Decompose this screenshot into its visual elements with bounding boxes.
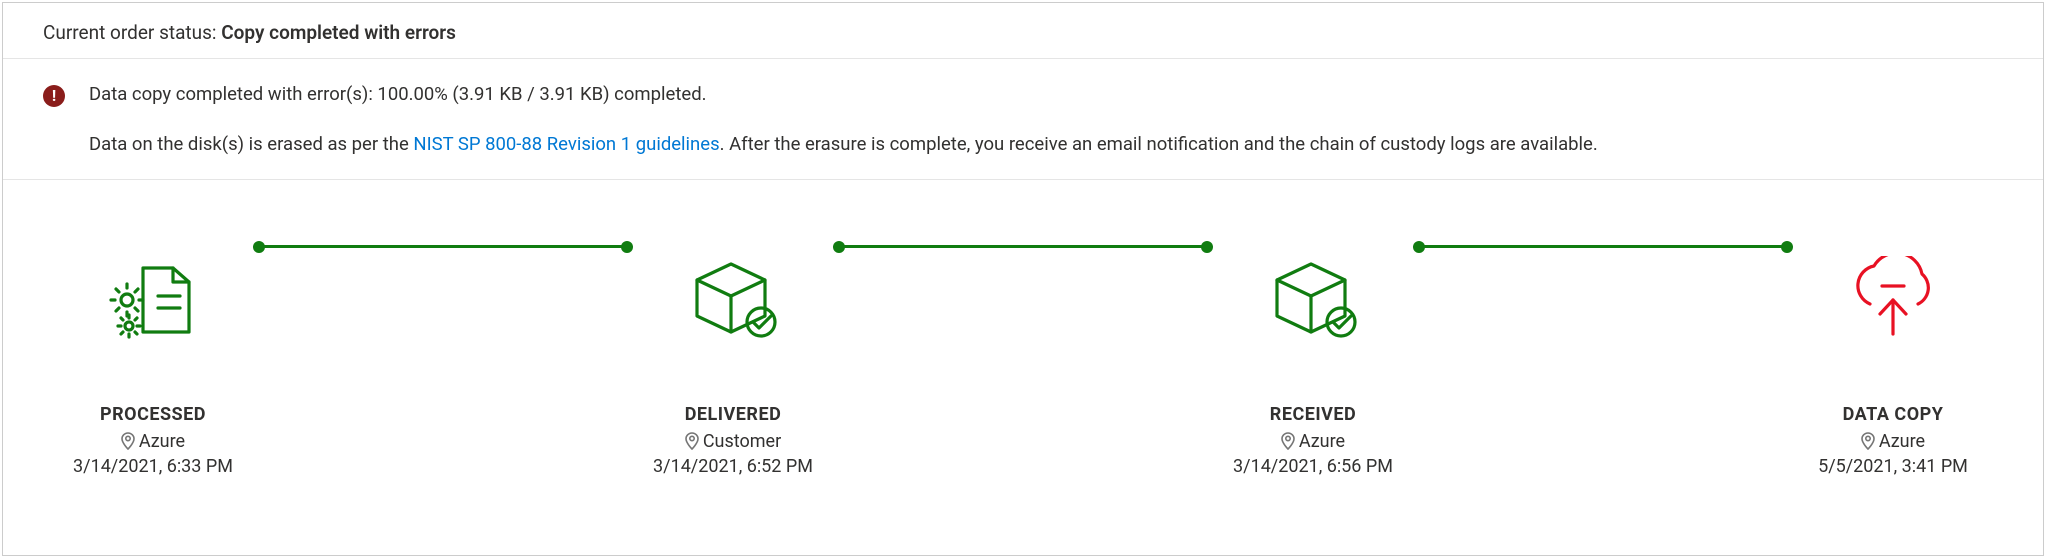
timeline-connector [833, 203, 1213, 291]
received-icon [1263, 256, 1363, 344]
order-status-panel: Current order status: Copy completed wit… [2, 2, 2044, 556]
status-message-block: ! Data copy completed with error(s): 100… [3, 59, 2043, 180]
step-location: Azure [1281, 431, 1345, 452]
step-timestamp: 3/14/2021, 6:56 PM [1233, 456, 1393, 477]
status-line-2: Data on the disk(s) is erased as per the… [89, 131, 1598, 159]
order-status-prefix: Current order status: [43, 21, 221, 44]
step-timestamp: 3/14/2021, 6:33 PM [73, 456, 233, 477]
order-timeline: PROCESSED Azure 3/14/2021, 6:33 PM [3, 180, 2043, 523]
location-pin-icon [121, 432, 135, 450]
timeline-step-data-copy: DATA COPY Azure 5/5/2021, 3:41 PM [1793, 256, 1993, 477]
error-icon: ! [43, 85, 65, 107]
step-label: RECEIVED [1270, 404, 1356, 425]
step-label: DELIVERED [685, 404, 782, 425]
timeline-connector [253, 203, 633, 291]
status-message-text: Data copy completed with error(s): 100.0… [89, 81, 1598, 159]
order-status-value: Copy completed with errors [221, 21, 456, 44]
location-pin-icon [1861, 432, 1875, 450]
delivered-icon [683, 256, 783, 344]
step-label: PROCESSED [100, 404, 206, 425]
nist-guidelines-link[interactable]: NIST SP 800-88 Revision 1 guidelines [413, 133, 719, 155]
location-pin-icon [685, 432, 699, 450]
location-pin-icon [1281, 432, 1295, 450]
timeline-connector [1413, 203, 1793, 291]
status-line-1: Data copy completed with error(s): 100.0… [89, 81, 1598, 109]
data-copy-error-icon [1838, 256, 1948, 344]
timeline-step-received: RECEIVED Azure 3/14/2021, 6:56 PM [1213, 256, 1413, 477]
step-timestamp: 5/5/2021, 3:41 PM [1818, 456, 1968, 477]
timeline-step-processed: PROCESSED Azure 3/14/2021, 6:33 PM [53, 256, 253, 477]
step-label: DATA COPY [1843, 404, 1944, 425]
timeline-step-delivered: DELIVERED Customer 3/14/2021, 6:52 PM [633, 256, 833, 477]
step-location: Azure [121, 431, 185, 452]
step-location: Azure [1861, 431, 1925, 452]
order-status-header: Current order status: Copy completed wit… [3, 3, 2043, 59]
processed-icon [105, 256, 201, 344]
step-location: Customer [685, 431, 781, 452]
step-timestamp: 3/14/2021, 6:52 PM [653, 456, 813, 477]
